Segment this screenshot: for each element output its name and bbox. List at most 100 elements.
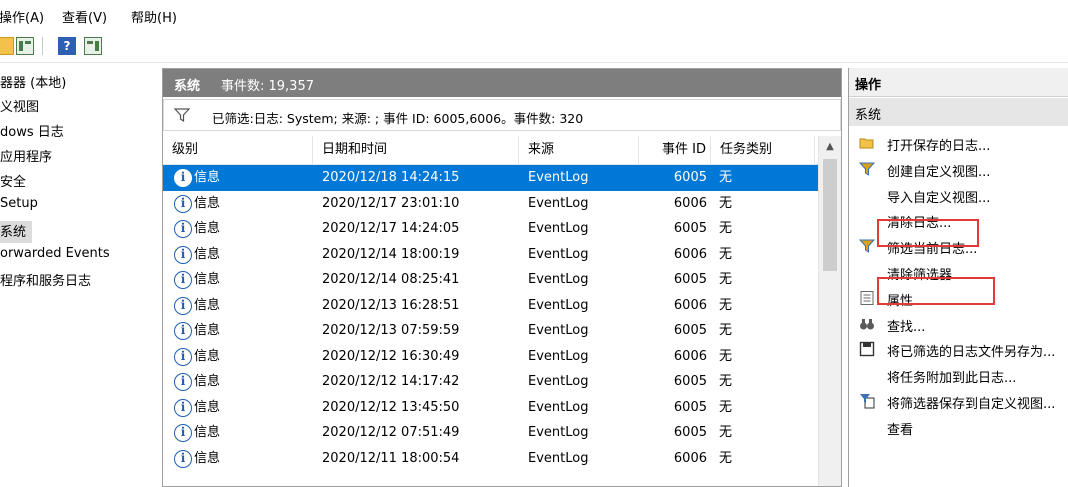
table-row[interactable]: i 信息 2020/12/12 14:17:42 EventLog 6005 无 bbox=[163, 369, 818, 395]
action-item-label: 查看 bbox=[887, 422, 914, 438]
cell-task-category: 无 bbox=[719, 399, 733, 415]
table-row[interactable]: i 信息 2020/12/17 14:24:05 EventLog 6005 无 bbox=[163, 216, 818, 242]
column-datetime[interactable]: 日期和时间 bbox=[313, 136, 519, 164]
table-row[interactable]: i 信息 2020/12/12 16:30:49 EventLog 6006 无 bbox=[163, 344, 818, 370]
actions-section[interactable]: 系统 bbox=[849, 98, 1068, 126]
table-row[interactable]: i 信息 2020/12/13 07:59:59 EventLog 6005 无 bbox=[163, 318, 818, 344]
action-item[interactable]: 查看 bbox=[849, 414, 1068, 440]
menu-action[interactable]: 操作(A) bbox=[0, 7, 44, 26]
cell-level: 信息 bbox=[194, 297, 221, 313]
action-item[interactable]: 导入自定义视图... bbox=[849, 182, 1068, 208]
cell-datetime: 2020/12/17 23:01:10 bbox=[322, 195, 460, 211]
action-item[interactable]: 打开保存的日志... bbox=[849, 130, 1068, 156]
tree-item-windows-logs[interactable]: dows 日志 bbox=[0, 121, 64, 143]
tree-item-system[interactable]: 系统 bbox=[0, 221, 33, 243]
filter-bar: 已筛选:日志: System; 来源: ; 事件 ID: 6005,6006。事… bbox=[163, 99, 841, 131]
cell-source: EventLog bbox=[528, 348, 589, 364]
table-row[interactable]: i 信息 2020/12/12 13:45:50 EventLog 6005 无 bbox=[163, 395, 818, 421]
cell-event-id: 6005 bbox=[673, 221, 707, 236]
table-row[interactable]: i 信息 2020/12/11 18:00:54 EventLog 6006 无 bbox=[163, 446, 818, 472]
toolbar: ? bbox=[0, 30, 1068, 63]
action-item-label: 导入自定义视图... bbox=[887, 190, 991, 206]
action-item-label: 将任务附加到此日志... bbox=[887, 371, 1017, 387]
info-icon: i bbox=[174, 347, 192, 366]
table-row[interactable]: i 信息 2020/12/12 07:51:49 EventLog 6005 无 bbox=[163, 420, 818, 446]
actions-section-title: 系统 bbox=[855, 108, 882, 123]
tree-item-apps-services[interactable]: 程序和服务日志 bbox=[0, 270, 91, 292]
cell-source: EventLog bbox=[528, 399, 589, 415]
cell-level: 信息 bbox=[194, 323, 221, 338]
action-item[interactable]: 创建自定义视图... bbox=[849, 156, 1068, 182]
table-row[interactable]: i 信息 2020/12/18 14:24:15 EventLog 6005 无 bbox=[163, 165, 818, 191]
cell-task-category: 无 bbox=[719, 170, 733, 185]
cell-source: EventLog bbox=[528, 221, 589, 236]
action-item[interactable]: 将已筛选的日志文件另存为... bbox=[849, 336, 1068, 362]
cell-event-id: 6005 bbox=[673, 374, 707, 389]
show-hide-tree-icon[interactable] bbox=[16, 37, 34, 55]
cell-datetime: 2020/12/18 14:24:15 bbox=[322, 170, 460, 185]
table-row[interactable]: i 信息 2020/12/14 18:00:19 EventLog 6006 无 bbox=[163, 242, 818, 268]
cell-source: EventLog bbox=[528, 374, 589, 389]
scroll-thumb[interactable] bbox=[823, 159, 837, 271]
cell-source: EventLog bbox=[528, 425, 589, 440]
info-icon: i bbox=[174, 245, 192, 264]
cell-event-id: 6005 bbox=[673, 170, 707, 185]
cell-event-id: 6006 bbox=[673, 297, 707, 313]
action-item-label: 将已筛选的日志文件另存为... bbox=[887, 345, 1056, 361]
highlight-clear-filter bbox=[877, 277, 995, 305]
table-row[interactable]: i 信息 2020/12/14 08:25:41 EventLog 6005 无 bbox=[163, 267, 818, 293]
action-item[interactable]: 查找... bbox=[849, 311, 1068, 337]
cell-task-category: 无 bbox=[719, 425, 733, 440]
cell-level: 信息 bbox=[194, 374, 221, 389]
cell-source: EventLog bbox=[528, 297, 589, 313]
tree-item-custom-views[interactable]: 义视图 bbox=[0, 96, 39, 118]
column-task-category[interactable]: 任务类别 bbox=[711, 136, 815, 164]
table-row[interactable]: i 信息 2020/12/17 23:01:10 EventLog 6006 无 bbox=[163, 191, 818, 217]
tree-item-application[interactable]: 应用程序 bbox=[0, 146, 52, 168]
cell-level: 信息 bbox=[194, 450, 221, 466]
actions-title: 操作 bbox=[855, 78, 882, 93]
highlight-clear-log bbox=[877, 219, 979, 247]
menu-help[interactable]: 帮助(H) bbox=[131, 7, 177, 26]
cell-task-category: 无 bbox=[719, 195, 733, 211]
info-icon: i bbox=[174, 271, 192, 289]
info-icon: i bbox=[174, 169, 192, 187]
cell-datetime: 2020/12/14 18:00:19 bbox=[322, 246, 460, 262]
cell-event-id: 6005 bbox=[673, 272, 707, 287]
help-icon[interactable]: ? bbox=[58, 37, 76, 55]
folder-icon[interactable] bbox=[0, 37, 14, 55]
cell-level: 信息 bbox=[194, 348, 221, 364]
column-source[interactable]: 来源 bbox=[519, 136, 639, 164]
grid-header: 级别 日期和时间 来源 事件 ID 任务类别 bbox=[163, 136, 818, 165]
vertical-scrollbar[interactable]: ▲ bbox=[818, 136, 841, 486]
cell-task-category: 无 bbox=[719, 348, 733, 364]
folder-open-icon bbox=[859, 135, 875, 151]
filter-funnel-icon bbox=[858, 161, 876, 177]
table-row[interactable]: i 信息 2020/12/13 16:28:51 EventLog 6006 无 bbox=[163, 293, 818, 319]
cell-datetime: 2020/12/12 13:45:50 bbox=[322, 399, 460, 415]
actions-pane: 操作 系统 打开保存的日志... 创建自定义视图... 导入自定义视图... 清除日志… bbox=[848, 68, 1068, 487]
column-level[interactable]: 级别 bbox=[163, 136, 313, 164]
tree-item-security[interactable]: 安全 bbox=[0, 171, 26, 193]
cell-task-category: 无 bbox=[719, 450, 733, 466]
log-name: 系统 bbox=[174, 79, 201, 94]
menu-view[interactable]: 查看(V) bbox=[62, 7, 107, 26]
action-item[interactable]: 将筛选器保存到自定义视图... bbox=[849, 388, 1068, 414]
cell-source: EventLog bbox=[528, 195, 589, 211]
cell-level: 信息 bbox=[194, 399, 221, 415]
action-item[interactable]: 将任务附加到此日志... bbox=[849, 362, 1068, 388]
info-icon: i bbox=[174, 220, 192, 238]
tree-item-forwarded-events[interactable]: orwarded Events bbox=[0, 246, 110, 268]
event-count: 事件数: 19,357 bbox=[221, 79, 314, 94]
column-event-id[interactable]: 事件 ID bbox=[639, 136, 711, 164]
properties-icon bbox=[859, 290, 875, 306]
menu-bar: 操作(A) 查看(V) 帮助(H) bbox=[0, 0, 1068, 30]
actions-header: 操作 bbox=[849, 68, 1068, 97]
show-hide-actions-icon[interactable] bbox=[84, 37, 102, 55]
cell-source: EventLog bbox=[528, 272, 589, 287]
cell-datetime: 2020/12/14 08:25:41 bbox=[322, 272, 460, 287]
scroll-up-icon[interactable]: ▲ bbox=[819, 136, 841, 158]
cell-datetime: 2020/12/11 18:00:54 bbox=[322, 450, 460, 466]
tree-item-setup[interactable]: Setup bbox=[0, 196, 38, 218]
tree-item-local[interactable]: 器器 (本地) bbox=[0, 72, 66, 94]
